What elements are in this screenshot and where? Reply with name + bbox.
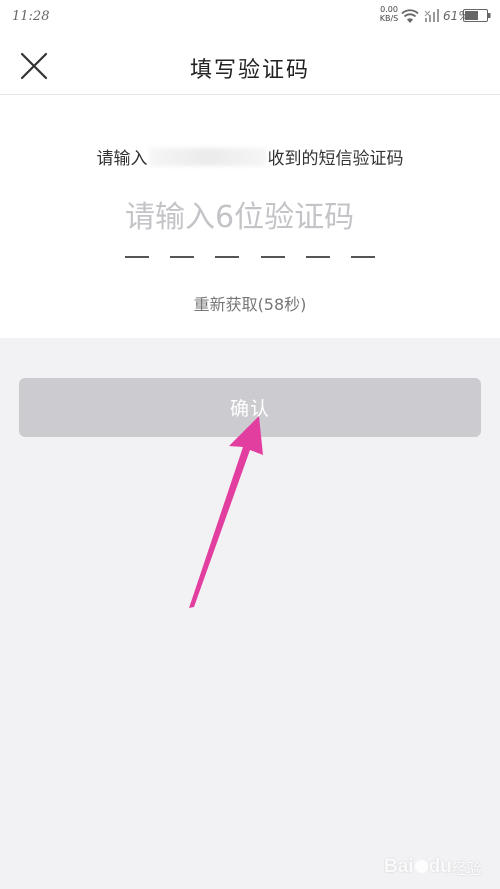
- status-time: 11:28: [12, 9, 50, 24]
- verification-card: 请输入 收到的短信验证码 重新获取(58秒): [0, 95, 500, 338]
- sms-hint-prefix: 请输入: [96, 149, 148, 169]
- network-speed: 0.00 KB/S: [378, 5, 400, 23]
- code-digit-slot: [215, 256, 240, 258]
- battery-icon: [463, 9, 491, 22]
- code-digit-slots: [125, 256, 375, 260]
- baidu-watermark: Bai du 经验: [384, 852, 496, 882]
- watermark-sub: 经验: [452, 860, 483, 878]
- network-speed-unit: KB/S: [379, 14, 399, 23]
- code-digit-slot: [350, 256, 375, 258]
- resend-countdown[interactable]: 重新获取(58秒): [0, 291, 500, 315]
- code-digit-slot: [125, 256, 149, 258]
- network-speed-value: 0.00: [380, 5, 398, 14]
- signal-icon: [424, 9, 439, 22]
- page-header: 填写验证码: [0, 36, 500, 95]
- sms-hint-suffix: 收到的短信验证码: [267, 149, 404, 169]
- code-digit-slot: [305, 256, 330, 258]
- verification-code-input[interactable]: [125, 195, 375, 239]
- code-digit-slot: [170, 256, 195, 258]
- code-digit-slot: [260, 256, 285, 258]
- masked-phone-number: [148, 148, 267, 166]
- sms-hint: 请输入 收到的短信验证码: [0, 144, 500, 169]
- page-title: 填写验证码: [189, 58, 310, 83]
- wifi-icon: [401, 9, 419, 23]
- status-bar: 11:28 0.00 KB/S 61%: [0, 0, 500, 36]
- confirm-button[interactable]: 确认: [19, 378, 481, 437]
- watermark-brand: Bai du: [384, 856, 452, 877]
